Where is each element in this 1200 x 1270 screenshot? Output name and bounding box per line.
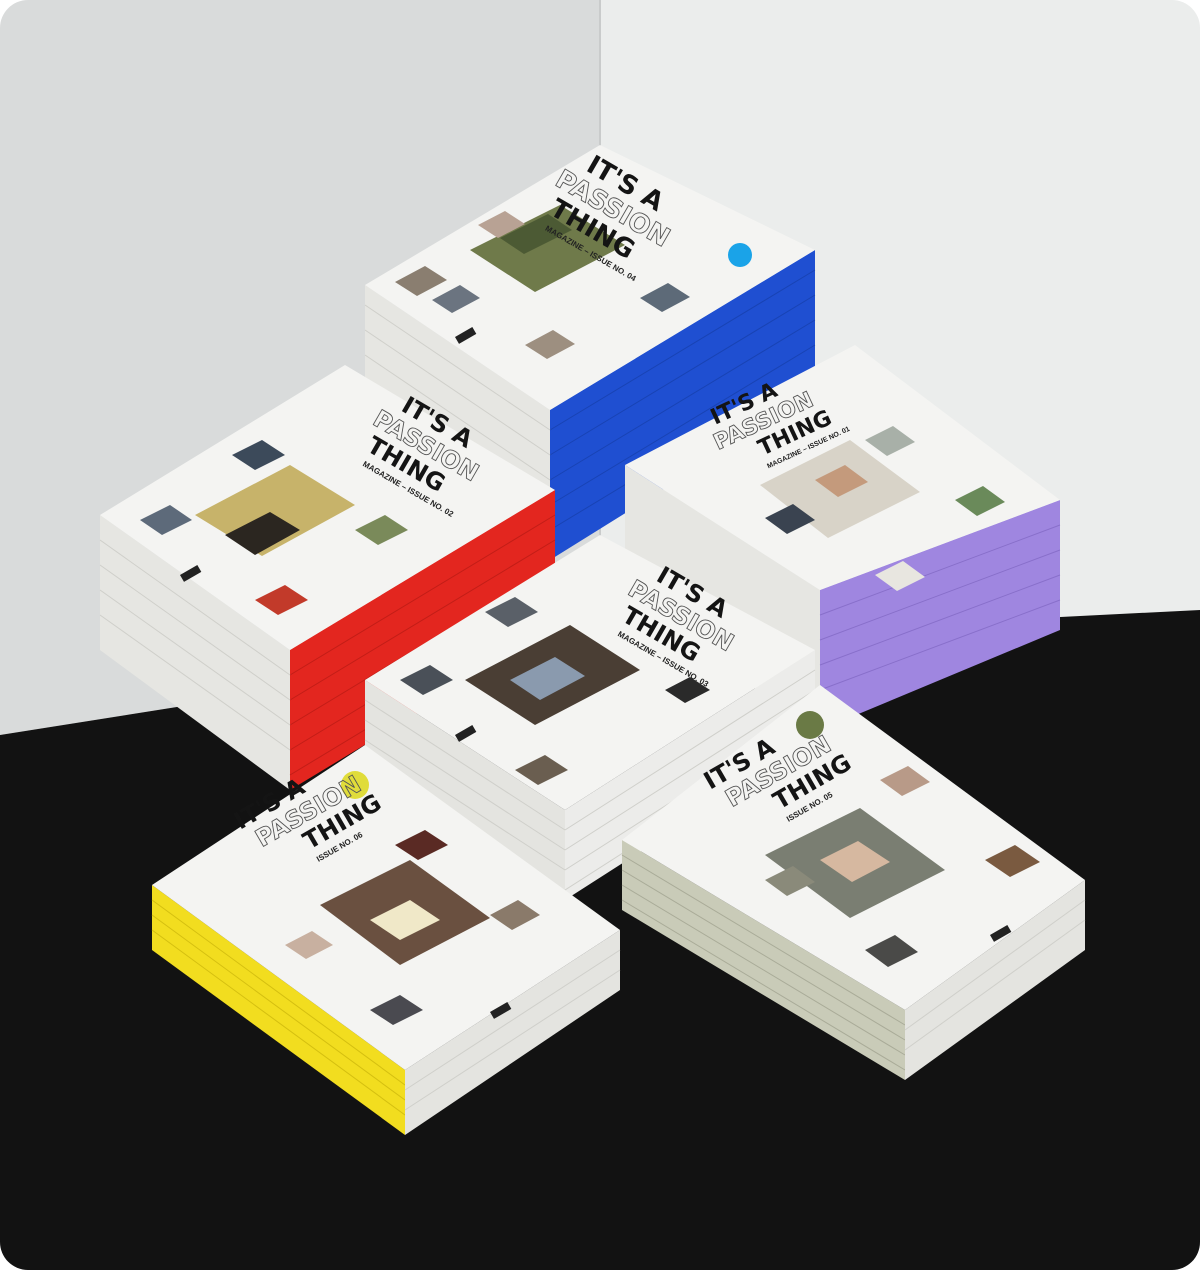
product-photo: IT'S A PASSION THING MAGAZINE – ISSUE NO… <box>0 0 1200 1270</box>
magazine-stacks-scene: IT'S A PASSION THING MAGAZINE – ISSUE NO… <box>0 0 1200 1270</box>
accent-dot <box>728 243 752 267</box>
